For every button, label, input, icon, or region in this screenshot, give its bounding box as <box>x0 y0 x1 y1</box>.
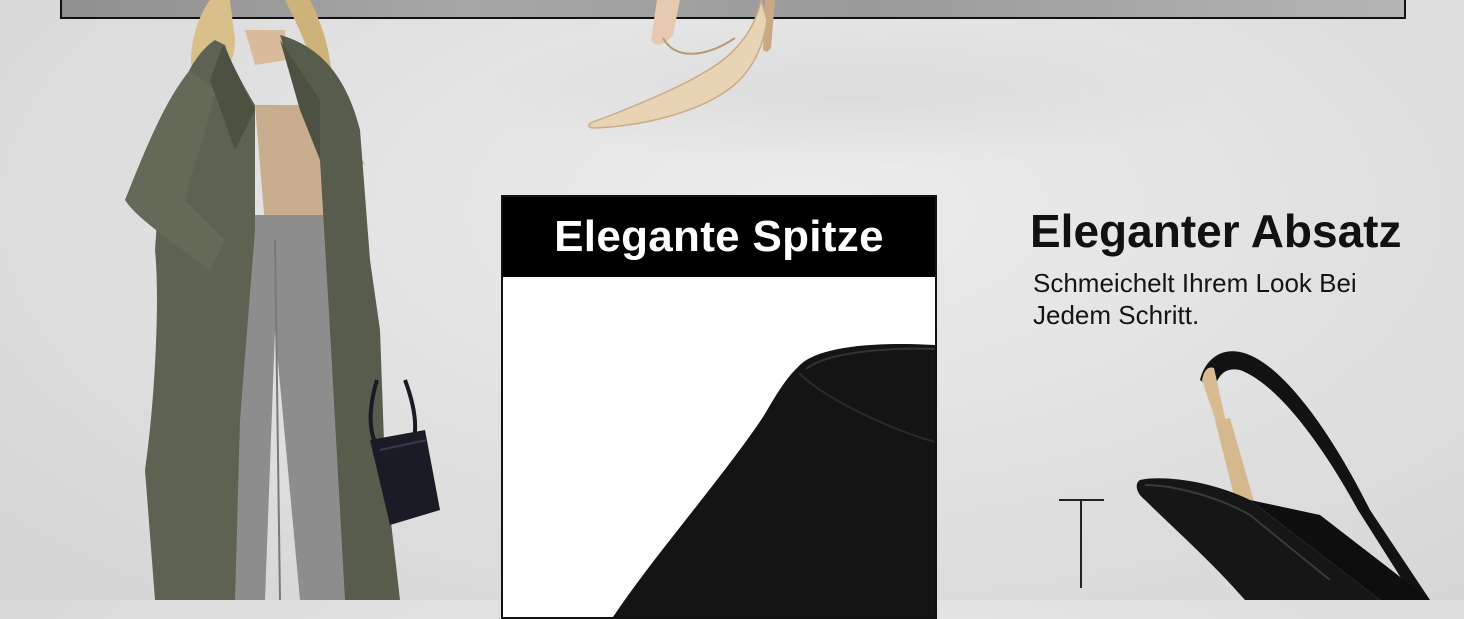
elegant-toe-panel: Elegante Spitze <box>501 195 937 619</box>
woman-in-olive-trench-coat-icon <box>125 0 440 600</box>
heel-measure-line <box>1080 500 1082 588</box>
elegant-toe-title: Elegante Spitze <box>554 212 884 261</box>
black-suede-toe-closeup-icon <box>613 343 935 617</box>
black-slingback-heel-icon <box>1136 351 1430 600</box>
floor-shadow <box>470 18 1230 168</box>
elegant-heel-title: Eleganter Absatz <box>1030 205 1402 257</box>
elegant-toe-header: Elegante Spitze <box>503 197 935 277</box>
elegant-heel-subtitle: Schmeichelt Ihrem Look Bei Jedem Schritt… <box>1033 268 1357 330</box>
nude-pointed-pump-icon <box>588 0 775 129</box>
